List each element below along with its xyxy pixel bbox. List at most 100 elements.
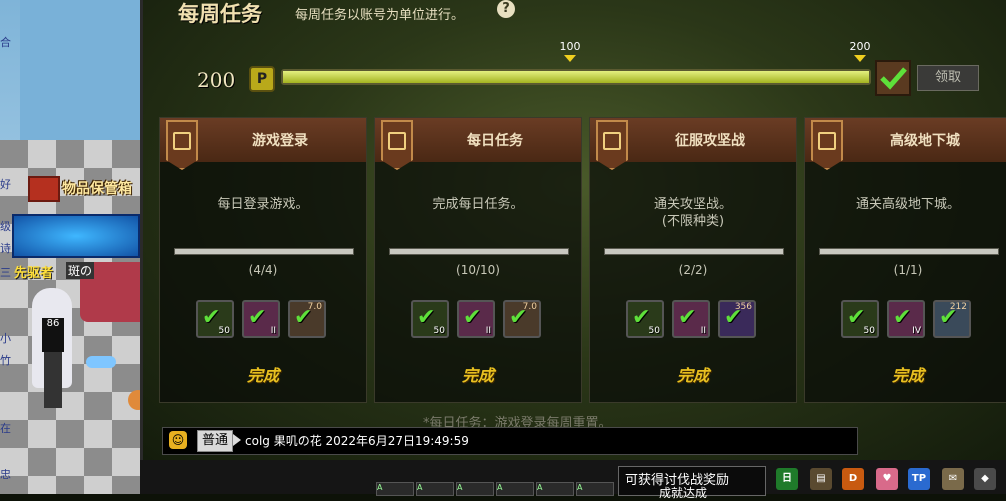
reward-tooltip-line2: 成就达成	[659, 486, 708, 500]
task-rewards: ✔ 50 ✔ II 7.0 ✔	[411, 300, 547, 340]
edge-char: 小	[0, 332, 11, 345]
check-icon: ✔	[248, 305, 267, 330]
checkbox-icon	[818, 132, 836, 150]
check-icon: ✔	[509, 305, 528, 330]
channel-arrow-icon[interactable]	[233, 434, 241, 446]
milestone-200: 200	[845, 40, 875, 62]
portal[interactable]	[12, 214, 140, 258]
reward-item[interactable]: ✔ 50	[196, 300, 234, 338]
points-icon: P	[249, 66, 275, 92]
reward-level-label: IV	[912, 326, 921, 336]
reward-level-label: II	[700, 326, 706, 336]
milestone-marker-icon	[564, 55, 576, 62]
edge-char: 诗	[0, 242, 11, 255]
player-character[interactable]: 86	[32, 288, 72, 418]
task-progress-count: (2/2)	[678, 263, 708, 277]
task-card: 游戏登录 每日登录游戏。 (4/4) ✔ 50 ✔ II 7.0 ✔ 完成	[159, 117, 367, 403]
task-progress-count: (1/1)	[893, 263, 923, 277]
chat-channel-button[interactable]: 普通	[197, 430, 233, 452]
points-progress-bar	[281, 69, 871, 85]
panel-title: 每周任务	[178, 1, 262, 26]
task-card-header: 征服攻坚战	[590, 118, 796, 170]
task-progress-fill	[820, 249, 998, 254]
dungeon-icon[interactable]: D	[842, 468, 864, 490]
reward-item[interactable]: ✔ II	[242, 300, 280, 338]
task-progress-fill	[605, 249, 783, 254]
reward-item[interactable]: ✔ IV	[887, 300, 925, 338]
edge-char: 合	[0, 36, 11, 49]
task-description-line: 通关高级地下城。	[855, 197, 960, 212]
check-icon: ✔	[294, 305, 313, 330]
storage-chest-icon[interactable]	[28, 176, 60, 202]
task-card-header: 游戏登录	[160, 118, 366, 170]
reward-level-label: 50	[218, 326, 230, 336]
reward-level-label: II	[270, 326, 276, 336]
reward-level-label: 50	[648, 326, 660, 336]
task-complete-label: 完成	[461, 366, 494, 385]
reward-tooltip: 可获得讨伐战奖励 成就达成	[618, 466, 766, 500]
milestone-label: 100	[559, 40, 581, 53]
points-value: 200	[197, 68, 236, 92]
reward-item[interactable]: ✔ II	[457, 300, 495, 338]
task-progress-bar	[604, 248, 784, 255]
edge-char: 好	[0, 178, 11, 191]
task-title: 每日任务	[467, 133, 523, 149]
bone-item	[86, 356, 116, 368]
check-icon: ✔	[893, 305, 912, 330]
task-progress-bar	[819, 248, 999, 255]
reward-item[interactable]: 356 ✔	[718, 300, 756, 338]
reward-item[interactable]: 7.0 ✔	[288, 300, 326, 338]
task-rewards: ✔ 50 ✔ IV 212 ✔	[841, 300, 977, 340]
help-icon[interactable]: ?	[497, 0, 515, 18]
storage-label[interactable]: 物品保管箱	[62, 178, 132, 198]
check-icon: ✔	[678, 305, 697, 330]
tp-icon[interactable]: TP	[908, 468, 930, 490]
character-title: 先驱者	[14, 266, 54, 281]
chat-input[interactable]: colg 果叽の花 2022年6月27日19:49:59	[245, 431, 845, 451]
edge-char: 级	[0, 220, 11, 233]
task-title: 征服攻坚战	[675, 133, 745, 149]
claim-button[interactable]: 领取	[917, 65, 979, 91]
mail-icon[interactable]: ✉	[942, 468, 964, 490]
task-card: 征服攻坚战 通关攻坚战。 (不限种类) (2/2) ✔ 50 ✔ II 356 …	[589, 117, 797, 403]
emoji-button[interactable]: ☺	[169, 431, 187, 449]
reward-item[interactable]: ✔ 50	[626, 300, 664, 338]
task-progress-fill	[175, 249, 353, 254]
reward-item[interactable]: ✔ 50	[411, 300, 449, 338]
reward-level-label: II	[485, 326, 491, 336]
calendar-icon[interactable]: 日	[776, 468, 798, 490]
task-rewards: ✔ 50 ✔ II 7.0 ✔	[196, 300, 332, 340]
task-description-line: 完成每日任务。	[432, 197, 524, 212]
task-progress-bar	[389, 248, 569, 255]
character-legs	[44, 352, 62, 408]
task-progress-count: (10/10)	[456, 263, 500, 277]
task-title: 高级地下城	[890, 133, 960, 149]
game-scene: 物品保管箱 先驱者 斑の 86 合 好 级 诗 三 小 竹 在 忠	[0, 0, 150, 494]
points-progress-fill	[283, 71, 869, 83]
task-banner-icon	[166, 120, 198, 170]
notebook-icon[interactable]: ▤	[810, 468, 832, 490]
check-icon: ✔	[463, 305, 482, 330]
check-icon	[880, 67, 907, 90]
task-description-line: (不限种类)	[661, 214, 725, 229]
reward-item[interactable]: ✔ 50	[841, 300, 879, 338]
menu-icon[interactable]: ◆	[974, 468, 996, 490]
task-banner-icon	[596, 120, 628, 170]
chat-bar: ☺ 普通 colg 果叽の花 2022年6月27日19:49:59	[162, 427, 858, 455]
edge-char: 竹	[0, 354, 11, 367]
edge-char: 三	[0, 266, 11, 279]
task-banner-icon	[381, 120, 413, 170]
character-portrait-icon[interactable]: ♥	[876, 468, 898, 490]
task-description-line: 每日登录游戏。	[217, 197, 309, 212]
task-complete-label: 完成	[891, 366, 924, 385]
weekly-quest-panel: 每周任务 每周任务以账号为单位进行。 ? 200 P 100 200 领取 游戏…	[140, 0, 1006, 460]
task-progress-count: (4/4)	[248, 263, 278, 277]
reward-item[interactable]: 212 ✔	[933, 300, 971, 338]
task-complete-label: 完成	[246, 366, 279, 385]
milestone-marker-icon	[854, 55, 866, 62]
claimed-reward-icon[interactable]	[875, 60, 911, 96]
reward-item[interactable]: ✔ II	[672, 300, 710, 338]
reward-item[interactable]: 7.0 ✔	[503, 300, 541, 338]
checkbox-icon	[603, 132, 621, 150]
task-card-header: 高级地下城	[805, 118, 1006, 170]
